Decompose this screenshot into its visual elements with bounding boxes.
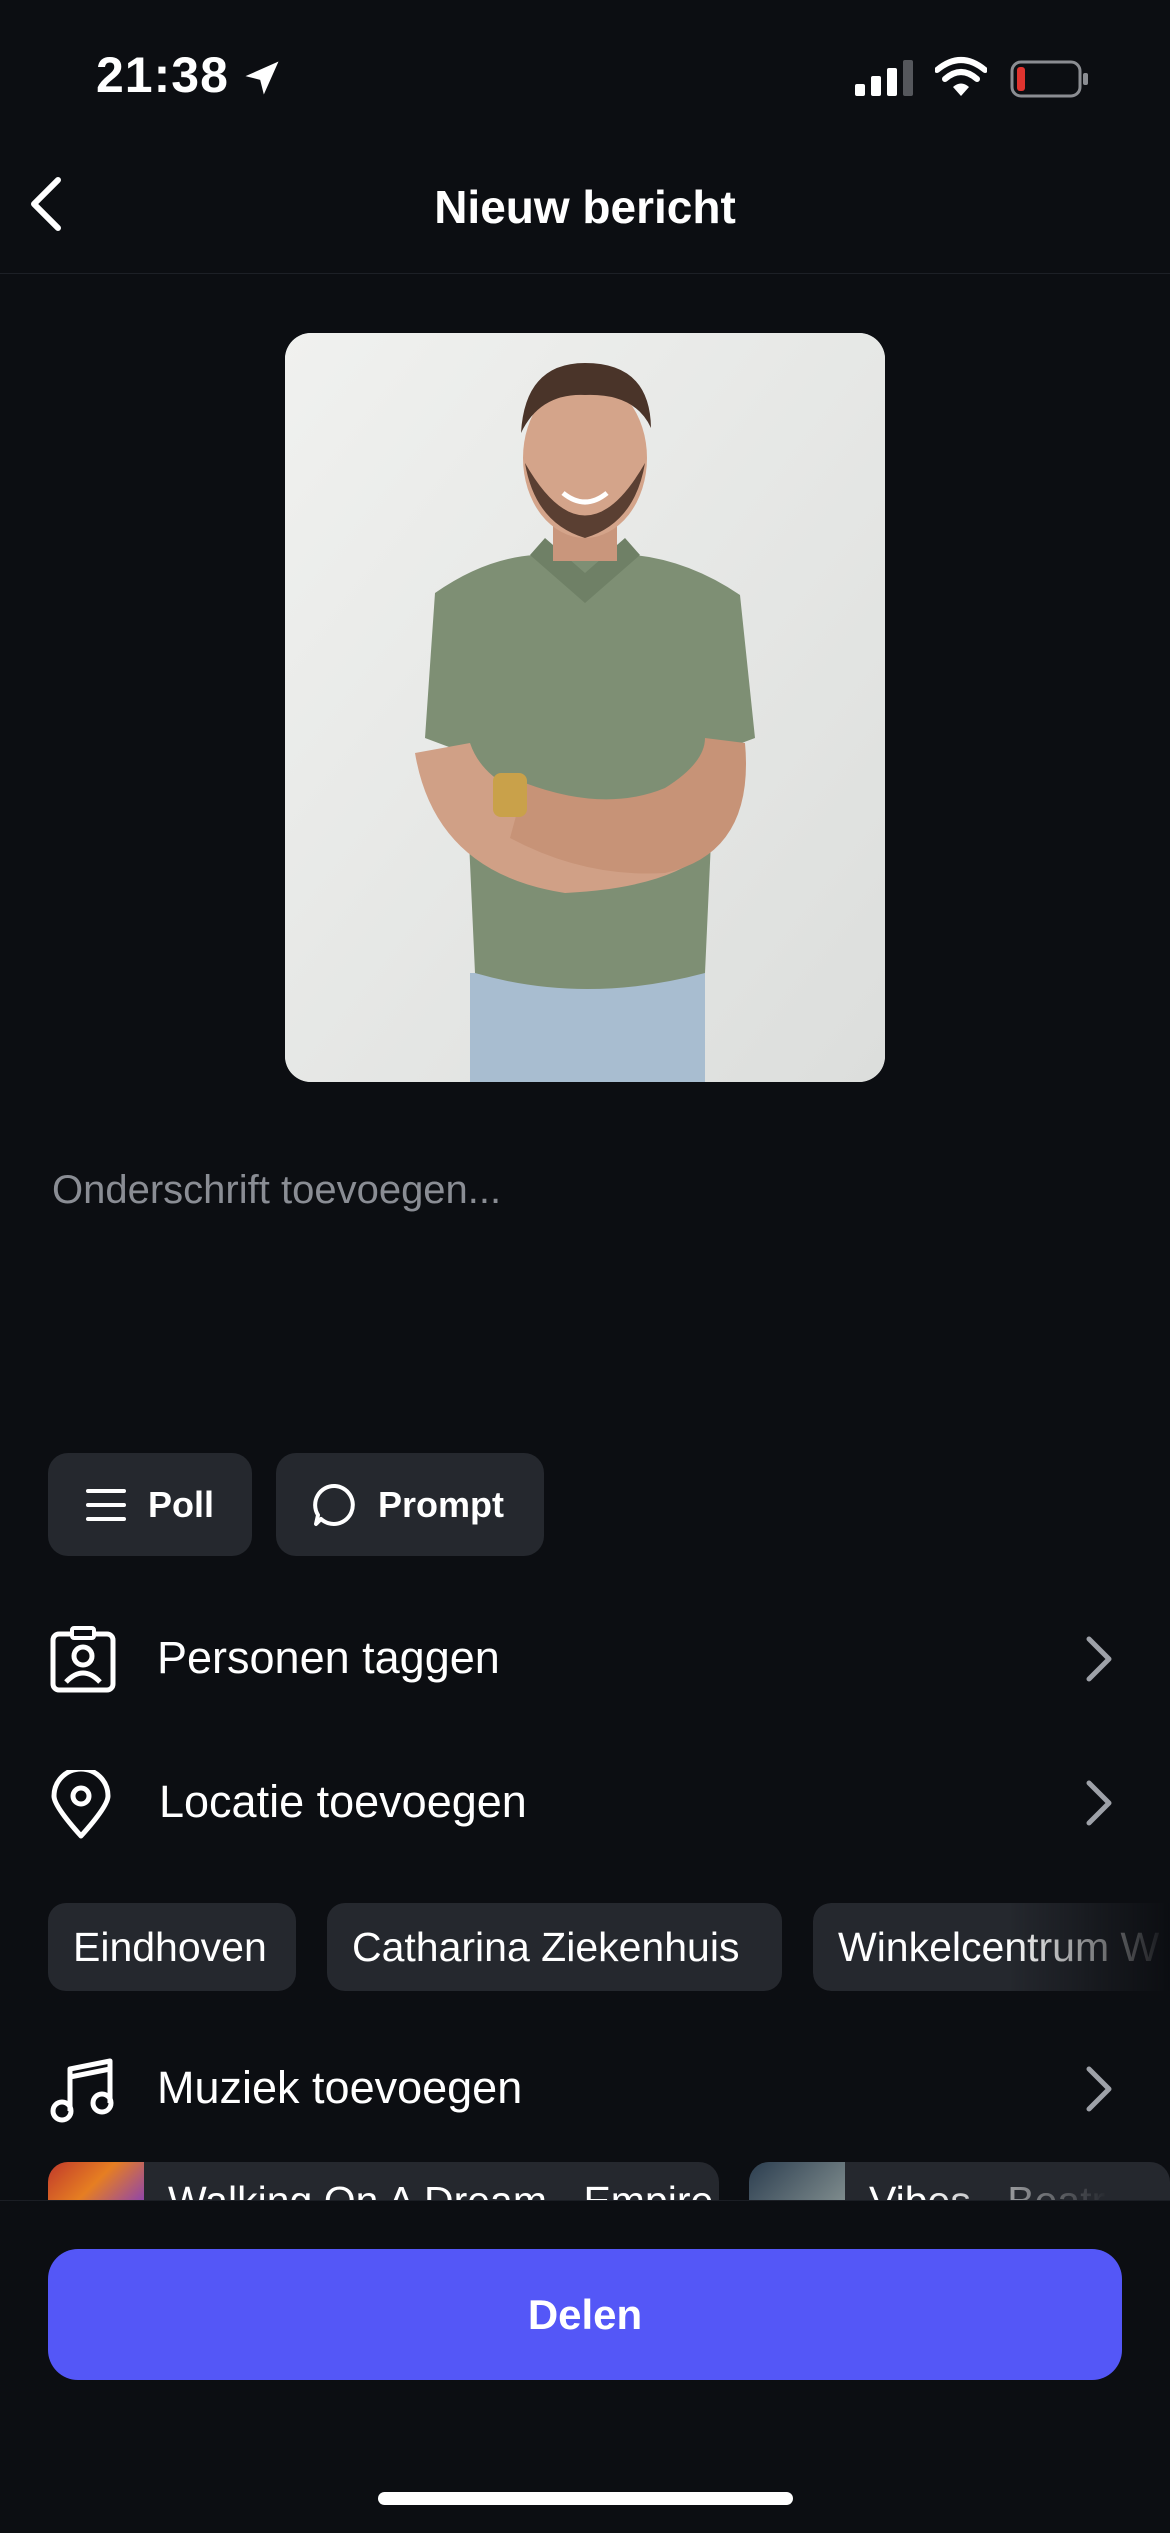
album-art [48,2162,144,2202]
home-indicator [378,2492,793,2505]
status-time: 21:38 [96,47,229,103]
poll-button[interactable]: Poll [48,1453,252,1556]
chevron-right-icon[interactable] [1084,2064,1114,2114]
prompt-button[interactable]: Prompt [276,1453,544,1556]
location-chip[interactable]: Catharina Ziekenhuis [327,1903,782,1991]
add-location-label[interactable]: Locatie toevoegen [159,1776,527,1828]
caption-placeholder[interactable]: Onderschrift toevoegen... [52,1168,501,1213]
battery-icon [1010,60,1088,98]
music-note-icon [50,2058,114,2123]
location-arrow-icon [245,61,279,95]
chevron-right-icon[interactable] [1084,1778,1114,1828]
music-suggestion-card[interactable]: Walking On A Dream - Empire [48,2162,719,2202]
music-suggestion-card[interactable]: Vibes - Beatrix [749,2162,1170,2202]
wifi-icon [935,57,987,96]
signal-icon [855,60,913,96]
add-music-label[interactable]: Muziek toevoegen [157,2062,522,2114]
music-title: Vibes - Beatrix [869,2178,1135,2202]
post-photo[interactable] [285,333,885,1082]
tag-people-label[interactable]: Personen taggen [157,1632,500,1684]
header-divider [0,273,1170,274]
page-title: Nieuw bericht [434,181,736,233]
album-art [749,2162,845,2202]
map-pin-icon [51,1770,111,1839]
person-photo-illustration [285,333,885,1082]
location-chip[interactable]: Eindhoven [48,1903,296,1991]
chevron-right-icon[interactable] [1084,1634,1114,1684]
poll-label: Poll [148,1483,215,1525]
prompt-label: Prompt [378,1483,504,1525]
person-tag-icon [50,1626,116,1693]
menu-lines-icon [86,1488,126,1521]
chat-bubble-icon [313,1483,355,1526]
location-chip[interactable]: Winkelcentrum W [813,1903,1170,1991]
music-title: Walking On A Dream - Empire [168,2178,714,2202]
share-button[interactable]: Delen [48,2249,1122,2380]
